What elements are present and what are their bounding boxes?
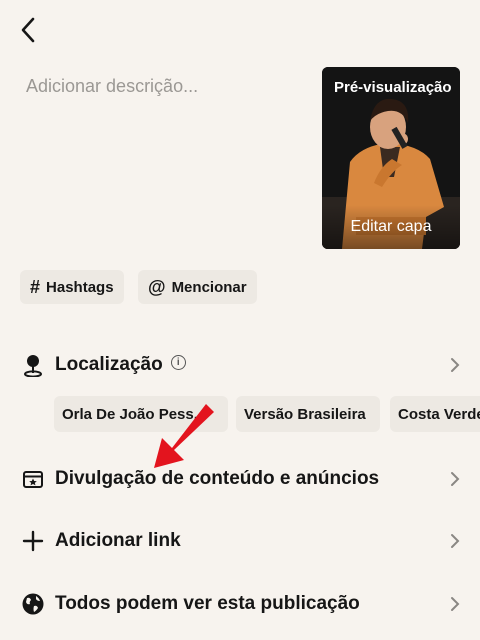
back-button[interactable] (14, 16, 42, 44)
privacy-row[interactable]: Todos podem ver esta publicação (0, 582, 480, 626)
chevron-right-icon (448, 469, 462, 489)
chevron-left-icon (21, 17, 35, 43)
hashtag-icon: # (30, 276, 41, 297)
cover-preview[interactable]: Pré-visualização Editar capa (322, 67, 460, 249)
location-suggestion-chip[interactable]: Orla De João Pess... (54, 396, 228, 432)
map-pin-icon (20, 352, 46, 378)
hashtags-chip[interactable]: # Hashtags (20, 270, 124, 304)
mention-label: Mencionar (171, 278, 247, 296)
location-label: Localização i (55, 354, 186, 376)
location-suggestion-chip[interactable]: Versão Brasileira (236, 396, 380, 432)
privacy-label: Todos podem ver esta publicação (55, 593, 360, 614)
location-label-text: Localização (55, 354, 163, 375)
location-suggestion-chip[interactable]: Costa Verde (390, 396, 480, 432)
hashtags-label: Hashtags (46, 278, 114, 296)
content-disclosure-label: Divulgação de conteúdo e anúncios (55, 468, 380, 489)
description-input[interactable]: Adicionar descrição... (26, 76, 198, 97)
location-row[interactable]: Localização i (0, 343, 480, 387)
add-link-row[interactable]: Adicionar link (0, 519, 480, 563)
chevron-right-icon (448, 594, 462, 614)
chevron-right-icon (448, 531, 462, 551)
content-disclosure-icon (20, 466, 46, 492)
chevron-right-icon (448, 355, 462, 375)
globe-icon (20, 591, 46, 617)
cover-preview-title: Pré-visualização (334, 79, 452, 96)
at-icon: @ (148, 276, 166, 297)
add-link-label: Adicionar link (55, 530, 181, 551)
plus-icon (20, 528, 46, 554)
info-icon[interactable]: i (170, 355, 186, 371)
edit-cover-button[interactable]: Editar capa (322, 205, 460, 249)
mention-chip[interactable]: @ Mencionar (138, 270, 257, 304)
content-disclosure-row[interactable]: Divulgação de conteúdo e anúncios (0, 457, 480, 501)
